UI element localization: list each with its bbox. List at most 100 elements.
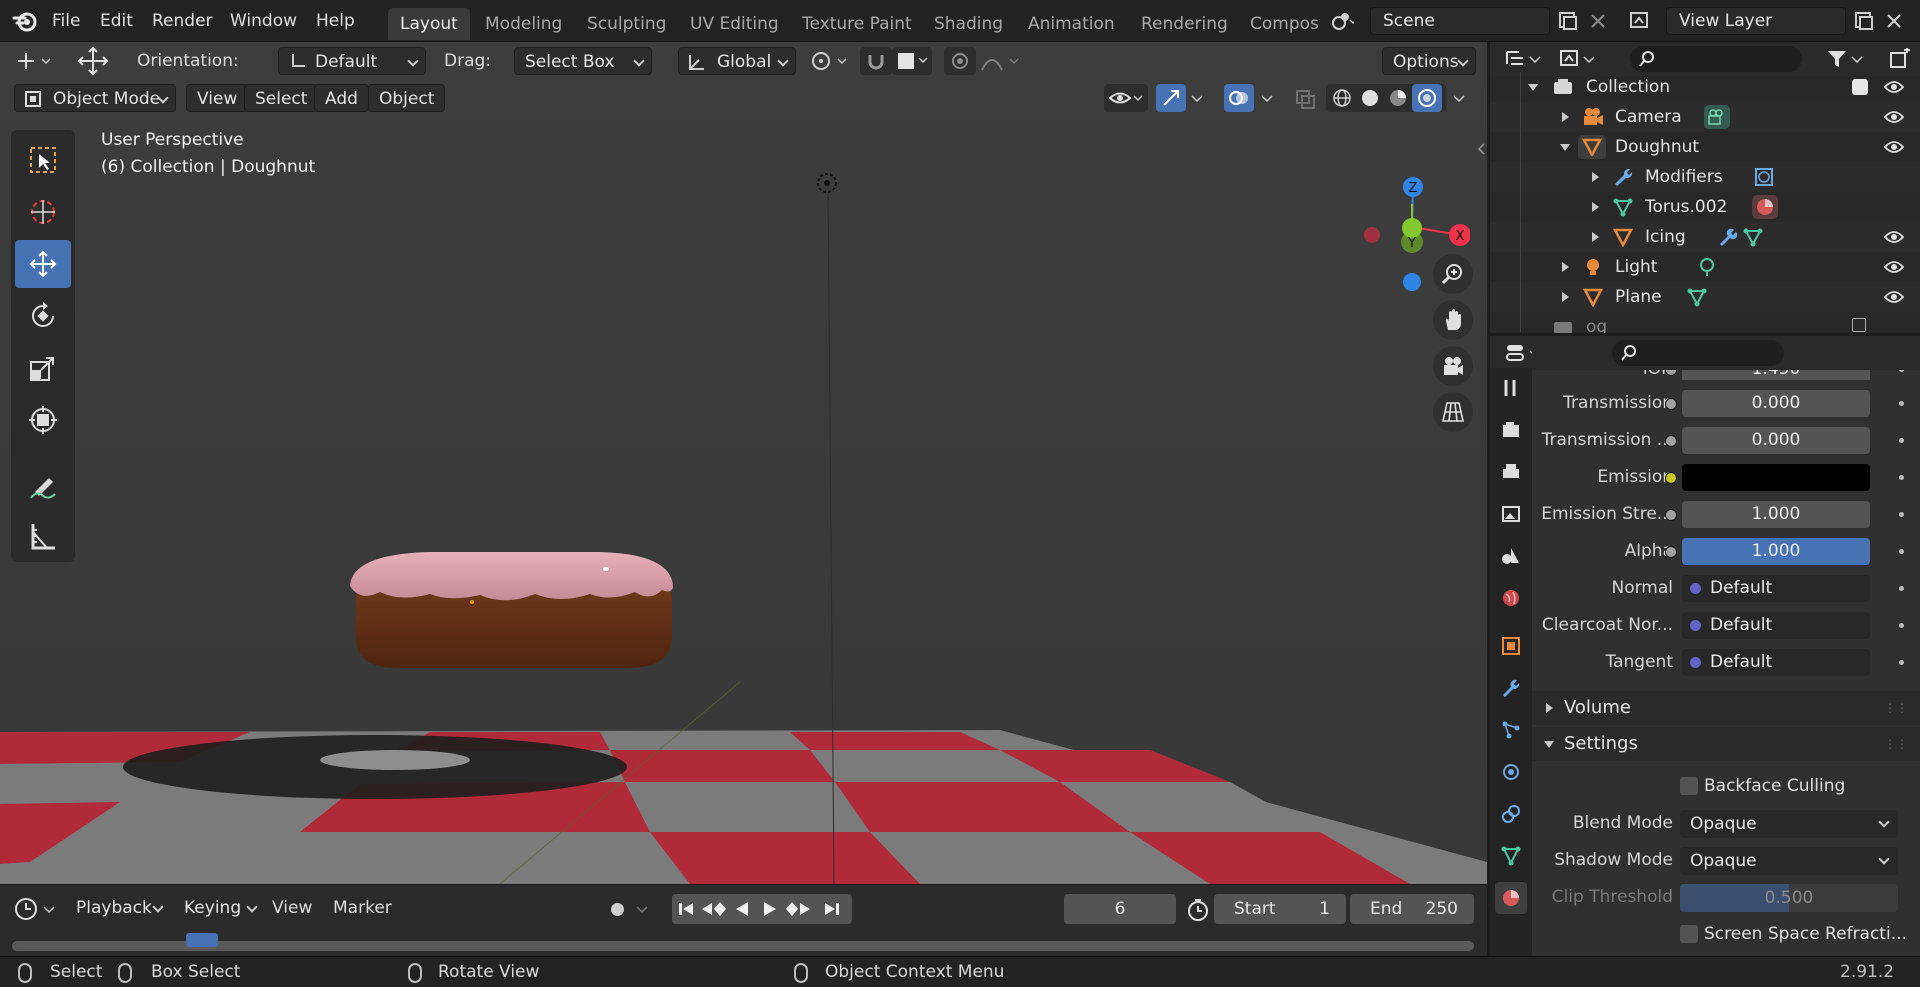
tab-render[interactable] [1495,414,1527,446]
timeline-scrubber[interactable] [12,941,1474,951]
playhead[interactable] [186,933,218,947]
menu-window[interactable]: Window [230,0,297,42]
outliner-row-og[interactable]: og [1490,312,1920,333]
tab-modifiers[interactable] [1495,672,1527,704]
visibility-eye-icon[interactable] [1884,289,1904,305]
prop-field-ior-clip[interactable]: 1.450 [1682,370,1870,380]
socket-icon[interactable] [1665,509,1677,521]
tab-object[interactable] [1495,630,1527,662]
prop-field-transmission[interactable]: 0.000 [1682,390,1870,417]
gizmo-dropdown-chevron-icon[interactable] [1190,94,1204,104]
expand-arrow-icon[interactable] [1562,262,1569,272]
proportional-editing-toggle[interactable] [944,47,976,75]
timeline-view-menu[interactable]: View [272,894,312,922]
keying-menu[interactable]: Keying [174,894,264,922]
exclude-checkbox-checked[interactable] [1852,79,1868,95]
camera-data-icon[interactable] [1704,105,1730,129]
keyframe-dot-icon[interactable] [1899,586,1904,591]
perspective-toggle-button[interactable] [1433,392,1473,432]
menu-help[interactable]: Help [316,0,355,42]
tab-constraints[interactable] [1495,798,1527,830]
cursor-tool[interactable] [15,188,71,236]
3d-viewport[interactable]: Orientation: Default Drag: Select Box Gl… [0,42,1487,884]
auto-keying-toggle[interactable] [602,894,658,924]
stopwatch-icon[interactable] [1186,898,1210,922]
solid-shading-icon[interactable] [1360,88,1380,108]
socket-icon[interactable] [1665,398,1677,410]
drag-handle-icon[interactable]: ⋮⋮ [1884,727,1908,761]
mode-dropdown[interactable]: Object Mode [14,84,176,112]
rotate-tool[interactable] [15,292,71,340]
mesh-data-icon[interactable] [1686,287,1708,307]
exclude-checkbox[interactable] [1852,318,1866,332]
menu-file[interactable]: File [52,0,80,42]
subdivision-modifier-icon[interactable] [1754,168,1774,186]
outliner-row-plane[interactable]: Plane [1490,282,1920,312]
wrench-icon[interactable] [1718,228,1738,246]
outliner-row-doughnut[interactable]: Doughnut [1490,132,1920,162]
overlays-toggle[interactable] [1224,84,1254,112]
tab-physics[interactable] [1495,756,1527,788]
outliner-row-collection[interactable]: Collection [1490,72,1920,102]
collapse-arrow-icon[interactable] [1560,144,1570,151]
expand-arrow-icon[interactable] [1592,202,1599,212]
gizmo-neg-x-axis[interactable] [1364,227,1380,243]
editor-type-clock-icon[interactable] [14,897,58,921]
snap-toggle[interactable] [860,47,892,75]
visibility-eye-icon[interactable] [1884,229,1904,245]
tab-output[interactable] [1495,456,1527,488]
prop-field-emission-strength[interactable]: 1.000 [1682,501,1870,528]
xray-toggle-icon[interactable] [1294,88,1316,110]
transform-tool-icon[interactable] [14,50,54,72]
tab-material[interactable] [1495,882,1527,914]
sidebar-toggle-chevron-icon[interactable] [1476,142,1486,156]
wireframe-shading-icon[interactable] [1332,88,1352,108]
tab-animation[interactable]: Animation [1016,8,1127,40]
gizmo-y-axis[interactable] [1402,218,1422,238]
tab-modeling[interactable]: Modeling [473,8,574,40]
prop-field-alpha[interactable]: 1.000 [1682,538,1870,565]
expand-arrow-icon[interactable] [1562,292,1569,302]
visibility-eye-icon[interactable] [1884,259,1904,275]
view-layer-selector[interactable]: View Layer [1666,7,1846,35]
material-icon[interactable] [1752,195,1778,219]
transform-orientation-dropdown[interactable]: Global [678,47,796,75]
orientation-dropdown[interactable]: Default [278,47,426,75]
clip-threshold-slider[interactable]: 0.500 [1680,884,1898,912]
rendered-shading-button[interactable] [1412,84,1442,112]
panel-volume-header[interactable]: Volume ⋮⋮ [1532,691,1920,725]
filter-icon[interactable] [1826,48,1866,70]
material-preview-shading-icon[interactable] [1388,88,1408,108]
drag-dropdown[interactable]: Select Box [514,47,652,75]
outliner-row-light[interactable]: Light [1490,252,1920,282]
keyframe-dot-icon[interactable] [1899,370,1904,372]
pivot-point-icon[interactable] [810,50,852,72]
outliner-editor-type-icon[interactable] [1504,48,1544,70]
doughnut-object[interactable] [350,552,673,668]
outliner-search-input[interactable] [1630,46,1802,72]
pan-button[interactable] [1433,300,1473,340]
gizmo-neg-z-axis[interactable] [1403,273,1421,291]
snap-target-dropdown[interactable] [892,47,932,75]
tab-sculpting[interactable]: Sculpting [575,8,678,40]
visibility-eye-icon[interactable] [1884,79,1904,95]
view-layer-icon[interactable] [1628,9,1652,33]
shading-dropdown-chevron-icon[interactable] [1452,94,1466,104]
outliner-row-modifiers[interactable]: Modifiers [1490,162,1920,192]
keyframe-dot-icon[interactable] [1899,401,1904,406]
tab-particles[interactable] [1495,714,1527,746]
backface-culling-checkbox[interactable] [1680,777,1698,795]
gizmo-toggle[interactable] [1156,84,1186,112]
keyframe-dot-icon[interactable] [1899,549,1904,554]
play-icon[interactable] [760,899,780,919]
prop-field-clearcoat-normal[interactable]: Default [1682,612,1870,639]
expand-arrow-icon[interactable] [1592,232,1599,242]
jump-keyframe-prev-icon[interactable] [700,899,728,919]
prop-field-transmission-roughness[interactable]: 0.000 [1682,427,1870,454]
visibility-eye-icon[interactable] [1884,109,1904,125]
falloff-icon[interactable] [980,50,1024,72]
blender-logo-icon[interactable] [12,9,38,33]
tab-view-layer[interactable] [1495,498,1527,530]
playback-menu[interactable]: Playback [66,894,170,922]
scene-icon[interactable] [1330,9,1354,33]
